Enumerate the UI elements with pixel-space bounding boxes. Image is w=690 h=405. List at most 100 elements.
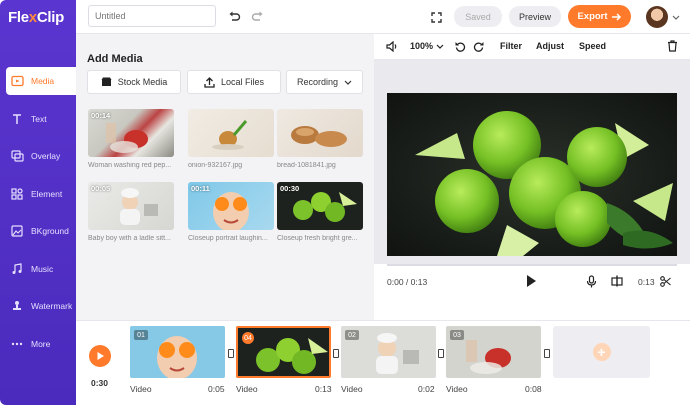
- media-duration: 00:14: [91, 111, 111, 120]
- speed-button[interactable]: Speed: [579, 41, 606, 51]
- chevron-down-icon: [672, 15, 680, 20]
- clip-number: 03: [450, 330, 464, 340]
- preview-button[interactable]: Preview: [509, 6, 561, 27]
- rotate-right-button[interactable]: [473, 41, 484, 52]
- sidebar-item-label: Media: [31, 76, 55, 86]
- local-files-button[interactable]: Local Files: [187, 70, 281, 94]
- timeline-clip[interactable]: 02: [341, 326, 436, 378]
- playback-controls: 0:00 / 0:13 0:13: [374, 264, 690, 320]
- timeline-clip[interactable]: 03: [446, 326, 541, 378]
- clip-time: 0:08: [525, 384, 542, 394]
- redo-button[interactable]: [250, 10, 264, 24]
- filter-button[interactable]: Filter: [500, 41, 522, 51]
- sidebar-item-bkground[interactable]: BKground: [0, 217, 76, 245]
- timeline-clip-selected[interactable]: 04: [236, 326, 331, 378]
- zoom-dropdown[interactable]: 100%: [410, 41, 444, 51]
- clip-time: 0:02: [418, 384, 435, 394]
- upload-icon: [204, 76, 215, 88]
- play-button[interactable]: [524, 274, 538, 288]
- transition-button[interactable]: [544, 349, 550, 358]
- volume-button[interactable]: [386, 41, 398, 52]
- timeline-total-duration: 0:30: [91, 378, 109, 388]
- scissors-icon: [660, 276, 671, 287]
- trim-button[interactable]: [660, 276, 671, 289]
- timeline-play-button[interactable]: [89, 345, 111, 367]
- media-item[interactable]: 00:05: [88, 182, 174, 230]
- export-button[interactable]: Export: [568, 5, 631, 28]
- sidebar-item-text[interactable]: Text: [0, 105, 76, 133]
- top-bar: Saved Preview Export: [76, 0, 690, 34]
- clip-type-label: Video: [236, 384, 258, 394]
- volume-icon: [386, 41, 397, 52]
- delete-button[interactable]: [667, 40, 678, 52]
- speed-label: Speed: [579, 41, 607, 51]
- flexclip-logo[interactable]: FlexClip: [8, 9, 64, 26]
- plus-icon: +: [592, 343, 611, 361]
- logo-text: FlexClip: [8, 9, 64, 26]
- sidebar-item-element[interactable]: Element: [0, 180, 76, 208]
- media-panel-title: Add Media: [87, 53, 143, 65]
- stock-media-icon: [101, 77, 112, 86]
- split-button[interactable]: [611, 275, 623, 289]
- preview-label: Preview: [518, 11, 551, 22]
- project-title-input[interactable]: [88, 5, 216, 27]
- media-item[interactable]: 00:30: [277, 182, 363, 230]
- media-caption: onion-932167.jpg: [188, 162, 243, 169]
- account-menu-button[interactable]: [671, 12, 681, 22]
- sidebar-item-media[interactable]: Media: [6, 67, 76, 95]
- media-item[interactable]: 00:14: [88, 109, 174, 157]
- sidebar-item-label: Music: [31, 264, 54, 274]
- media-caption: Closeup fresh bright gre...: [277, 235, 358, 242]
- clip-type-label: Video: [130, 384, 152, 394]
- fullscreen-button[interactable]: [429, 10, 443, 24]
- add-clip-button[interactable]: +: [553, 326, 650, 378]
- sidebar-item-label: Overlay: [31, 151, 61, 161]
- microphone-button[interactable]: [586, 275, 597, 290]
- clip-number: 02: [345, 330, 359, 340]
- media-item[interactable]: [277, 109, 363, 157]
- media-duration: 00:11: [191, 184, 210, 193]
- adjust-label: Adjust: [536, 41, 564, 51]
- media-caption: Woman washing red pep...: [88, 162, 172, 169]
- sidebar-item-watermark[interactable]: Watermark: [0, 292, 76, 320]
- media-caption: Closeup portrait laughin...: [188, 235, 268, 242]
- undo-button[interactable]: [227, 10, 241, 24]
- sidebar-item-more[interactable]: More: [0, 330, 76, 358]
- adjust-button[interactable]: Adjust: [536, 41, 564, 51]
- sidebar-item-music[interactable]: Music: [0, 255, 76, 283]
- avatar[interactable]: [646, 6, 668, 28]
- sidebar-item-label: More: [31, 339, 51, 349]
- video-preview[interactable]: [387, 93, 677, 256]
- music-icon: [10, 262, 24, 276]
- transition-button[interactable]: [228, 349, 234, 358]
- bread-image: [291, 126, 347, 147]
- clip-type-label: Video: [446, 384, 468, 394]
- more-icon: [10, 337, 24, 351]
- media-duration: 00:30: [280, 184, 300, 193]
- onion-image: [212, 120, 248, 150]
- media-caption: bread-1081841.jpg: [277, 162, 336, 169]
- recording-dropdown[interactable]: Recording: [286, 70, 363, 94]
- play-icon: [97, 352, 104, 360]
- sidebar: FlexClip Media Text Overlay Element BKgr…: [0, 0, 76, 405]
- preview-progress-bar[interactable]: [387, 264, 677, 266]
- preview-area: 100% Filter Adjust Speed 0:00 / 0:13 0:1…: [374, 34, 690, 320]
- stock-media-button[interactable]: Stock Media: [87, 70, 181, 94]
- timeline-clip[interactable]: 01: [130, 326, 225, 378]
- redo-icon: [251, 11, 262, 21]
- transition-button[interactable]: [438, 349, 444, 358]
- saved-button[interactable]: Saved: [454, 6, 502, 27]
- rotate-right-icon: [473, 42, 484, 52]
- sidebar-item-label: Watermark: [31, 301, 73, 311]
- sidebar-item-overlay[interactable]: Overlay: [0, 142, 76, 170]
- zoom-value: 100%: [410, 41, 434, 51]
- media-duration: 00:05: [91, 184, 111, 193]
- media-item[interactable]: [188, 109, 274, 157]
- local-files-label: Local Files: [220, 77, 265, 87]
- media-icon: [10, 74, 24, 88]
- rotate-left-button[interactable]: [455, 41, 466, 52]
- microphone-icon: [586, 275, 597, 288]
- sidebar-item-label: Element: [31, 189, 63, 199]
- media-item[interactable]: 00:11: [188, 182, 274, 230]
- transition-button[interactable]: [333, 349, 339, 358]
